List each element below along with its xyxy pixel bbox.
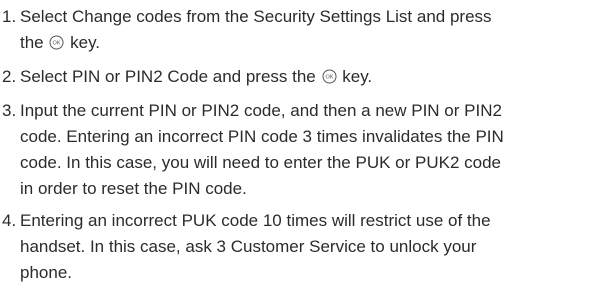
step-line: code. Entering an incorrect PIN code 3 t… <box>20 127 504 146</box>
step-text: Entering an incorrect PUK code 10 times … <box>20 208 603 286</box>
step-line: handset. In this case, ask 3 Customer Se… <box>20 237 477 256</box>
step-text: Input the current PIN or PIN2 code, and … <box>20 98 603 202</box>
ok-key-icon: OK <box>322 69 337 84</box>
step-number: 2. <box>2 67 17 86</box>
step-line: Input the current PIN or PIN2 code, and … <box>20 101 502 120</box>
step-line: Select PIN or PIN2 Code and press the OK… <box>20 64 603 90</box>
step-line: code. In this case, you will need to ent… <box>20 153 501 172</box>
step-number: 3. <box>2 101 17 120</box>
step-line: Entering an incorrect PUK code 10 times … <box>20 211 491 230</box>
step-text: Select Change codes from the Security Se… <box>20 4 603 56</box>
svg-text:OK: OK <box>53 41 61 47</box>
step-line: phone. <box>20 263 72 282</box>
step-3: 3. Input the current PIN or PIN2 code, a… <box>0 98 603 202</box>
step-text-fragment: key. <box>342 67 373 86</box>
step-line: in order to reset the PIN code. <box>20 179 247 198</box>
step-line: the OK key. <box>20 30 603 56</box>
step-text-fragment: key. <box>70 33 101 52</box>
step-text-fragment: the <box>20 33 44 52</box>
step-number: 1. <box>2 7 17 26</box>
svg-text:OK: OK <box>325 75 333 81</box>
step-4: 4. Entering an incorrect PUK code 10 tim… <box>0 208 603 286</box>
step-2: 2. Select PIN or PIN2 Code and press the… <box>0 64 603 90</box>
step-number: 4. <box>2 211 17 230</box>
ok-key-icon: OK <box>49 35 64 50</box>
step-line: Select Change codes from the Security Se… <box>20 7 492 26</box>
instruction-steps: 1. Select Change codes from the Security… <box>0 0 603 288</box>
step-text-fragment: Select PIN or PIN2 Code and press the <box>20 67 316 86</box>
step-1: 1. Select Change codes from the Security… <box>0 4 603 56</box>
step-text: Select PIN or PIN2 Code and press the OK… <box>20 64 603 90</box>
